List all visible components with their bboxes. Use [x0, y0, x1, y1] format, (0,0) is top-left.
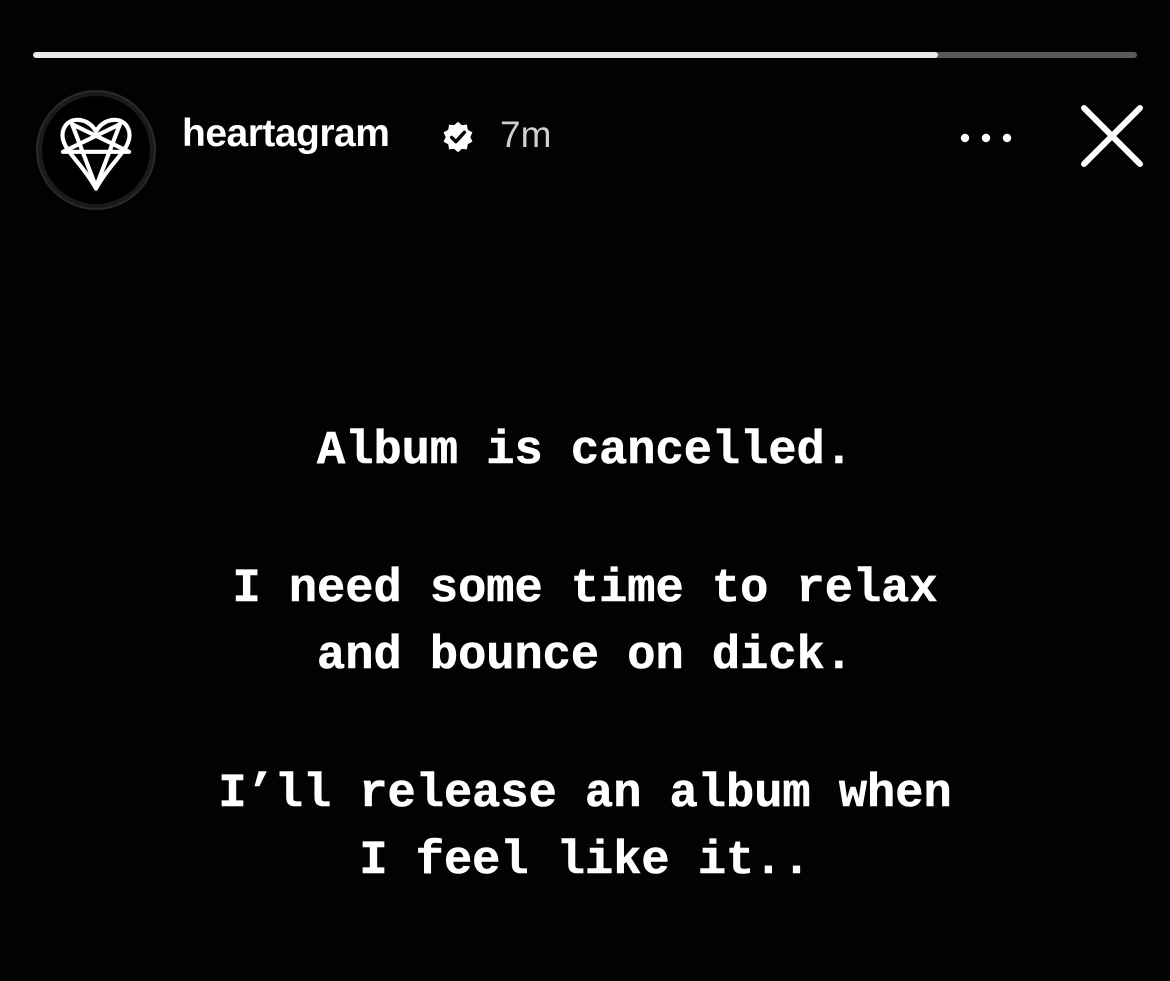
story-text-message: Album is cancelled. I need some time to … [0, 418, 1170, 895]
message-line-2: I need some time to relax [232, 563, 938, 617]
story-progress-bar [33, 52, 1137, 58]
message-line-1: Album is cancelled. [317, 425, 853, 479]
verified-badge-icon [441, 120, 475, 154]
story-viewer: heartagram 7m Album is cancelled. I need… [0, 0, 1170, 981]
username[interactable]: heartagram [182, 112, 390, 156]
close-button[interactable] [1076, 100, 1148, 172]
heartagram-logo-icon [42, 96, 150, 204]
avatar[interactable] [36, 90, 156, 210]
message-line-3: and bounce on dick. [317, 630, 853, 684]
close-icon [1081, 105, 1143, 167]
story-progress-fill [33, 52, 939, 58]
post-time: 7m [500, 114, 552, 155]
more-horizontal-icon [960, 133, 1012, 143]
more-options-button[interactable] [956, 116, 1016, 156]
story-header: heartagram 7m [36, 90, 1148, 210]
message-line-4: I’ll release an album when [218, 768, 952, 822]
message-line-5: I feel like it.. [359, 835, 811, 889]
